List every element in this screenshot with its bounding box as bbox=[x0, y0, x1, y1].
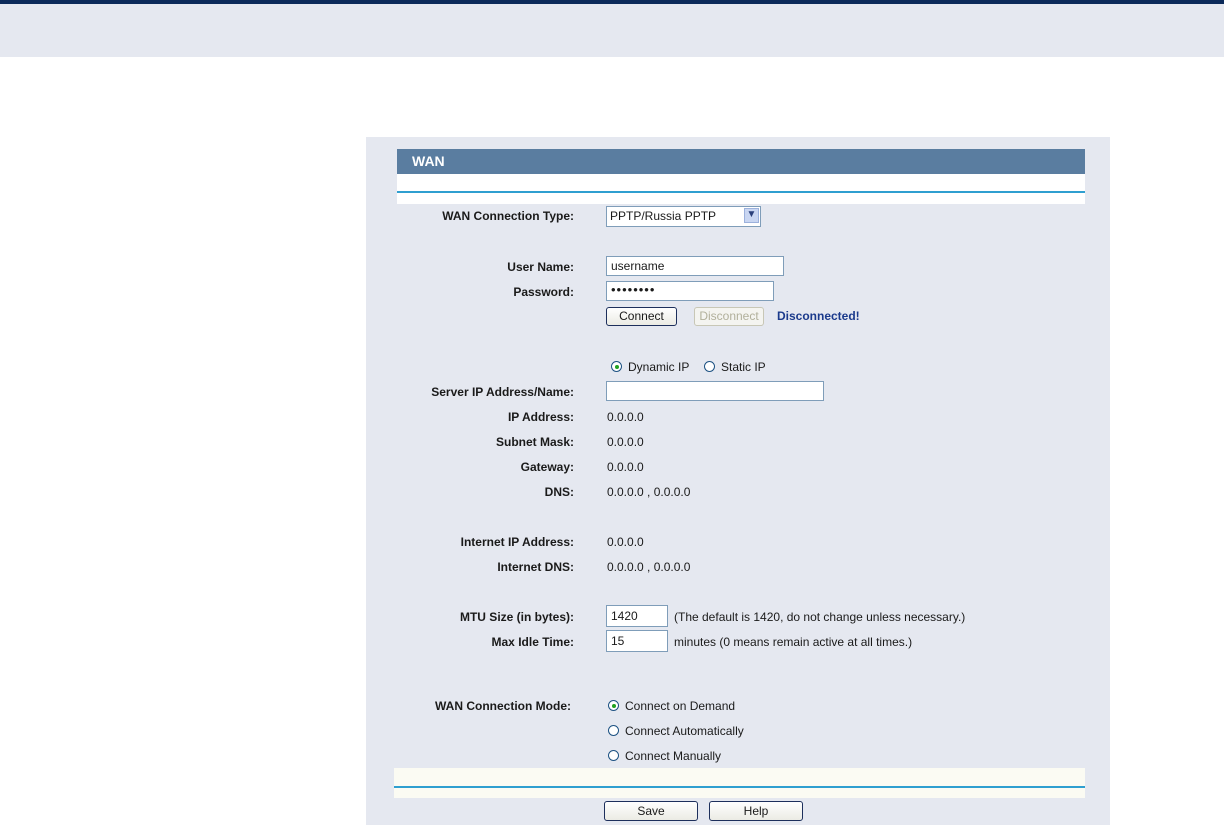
max-idle-input[interactable]: 15 bbox=[606, 630, 668, 652]
disconnect-button[interactable]: Disconnect bbox=[694, 307, 764, 326]
header-divider bbox=[397, 191, 1085, 193]
section-title: WAN bbox=[412, 153, 445, 169]
save-button[interactable]: Save bbox=[604, 801, 698, 821]
mtu-input[interactable]: 1420 bbox=[606, 605, 668, 627]
footer-strip bbox=[394, 768, 1085, 798]
server-ip-label: Server IP Address/Name: bbox=[431, 385, 574, 399]
server-ip-input[interactable] bbox=[606, 381, 824, 401]
subnet-mask-value: 0.0.0.0 bbox=[607, 435, 644, 449]
static-ip-radio[interactable] bbox=[704, 361, 715, 372]
static-ip-label: Static IP bbox=[721, 360, 766, 374]
dns-label: DNS: bbox=[544, 485, 574, 499]
dynamic-ip-label: Dynamic IP bbox=[628, 360, 690, 374]
wan-panel bbox=[366, 137, 1110, 825]
mtu-label: MTU Size (in bytes): bbox=[459, 610, 574, 624]
max-idle-label: Max Idle Time: bbox=[491, 635, 574, 649]
top-banner bbox=[0, 4, 1224, 57]
connect-button[interactable]: Connect bbox=[606, 307, 677, 326]
gateway-value: 0.0.0.0 bbox=[607, 460, 644, 474]
footer-divider bbox=[394, 786, 1085, 788]
chevron-down-icon[interactable]: ▼ bbox=[744, 208, 759, 223]
gateway-label: Gateway: bbox=[520, 460, 574, 474]
password-input[interactable]: •••••••• bbox=[606, 281, 774, 301]
connection-type-select[interactable]: PPTP/Russia PPTP ▼ bbox=[606, 206, 761, 227]
subnet-mask-label: Subnet Mask: bbox=[495, 435, 574, 449]
connect-automatically-label: Connect Automatically bbox=[625, 724, 744, 738]
connection-status: Disconnected! bbox=[777, 309, 860, 323]
ip-address-value: 0.0.0.0 bbox=[607, 410, 644, 424]
header-strip bbox=[397, 174, 1085, 204]
username-label: User Name: bbox=[507, 260, 574, 274]
connect-manually-radio[interactable] bbox=[608, 750, 619, 761]
username-input[interactable]: username bbox=[606, 256, 784, 276]
connection-type-label: WAN Connection Type: bbox=[442, 209, 574, 223]
internet-dns-value: 0.0.0.0 , 0.0.0.0 bbox=[607, 560, 691, 574]
internet-ip-value: 0.0.0.0 bbox=[607, 535, 644, 549]
internet-dns-label: Internet DNS: bbox=[497, 560, 574, 574]
connect-on-demand-label: Connect on Demand bbox=[625, 699, 736, 713]
connect-automatically-radio[interactable] bbox=[608, 725, 619, 736]
dns-value: 0.0.0.0 , 0.0.0.0 bbox=[607, 485, 691, 499]
ip-address-label: IP Address: bbox=[507, 410, 574, 424]
internet-ip-label: Internet IP Address: bbox=[460, 535, 574, 549]
connection-type-value: PPTP/Russia PPTP bbox=[610, 209, 717, 223]
connection-mode-label: WAN Connection Mode: bbox=[435, 699, 571, 713]
section-header: WAN bbox=[397, 149, 1085, 174]
connect-on-demand-radio[interactable] bbox=[608, 700, 619, 711]
dynamic-ip-radio[interactable] bbox=[611, 361, 622, 372]
mtu-note: (The default is 1420, do not change unle… bbox=[674, 610, 966, 624]
help-button[interactable]: Help bbox=[709, 801, 803, 821]
connect-manually-label: Connect Manually bbox=[625, 749, 722, 763]
max-idle-note: minutes (0 means remain active at all ti… bbox=[674, 635, 913, 649]
password-label: Password: bbox=[513, 285, 574, 299]
